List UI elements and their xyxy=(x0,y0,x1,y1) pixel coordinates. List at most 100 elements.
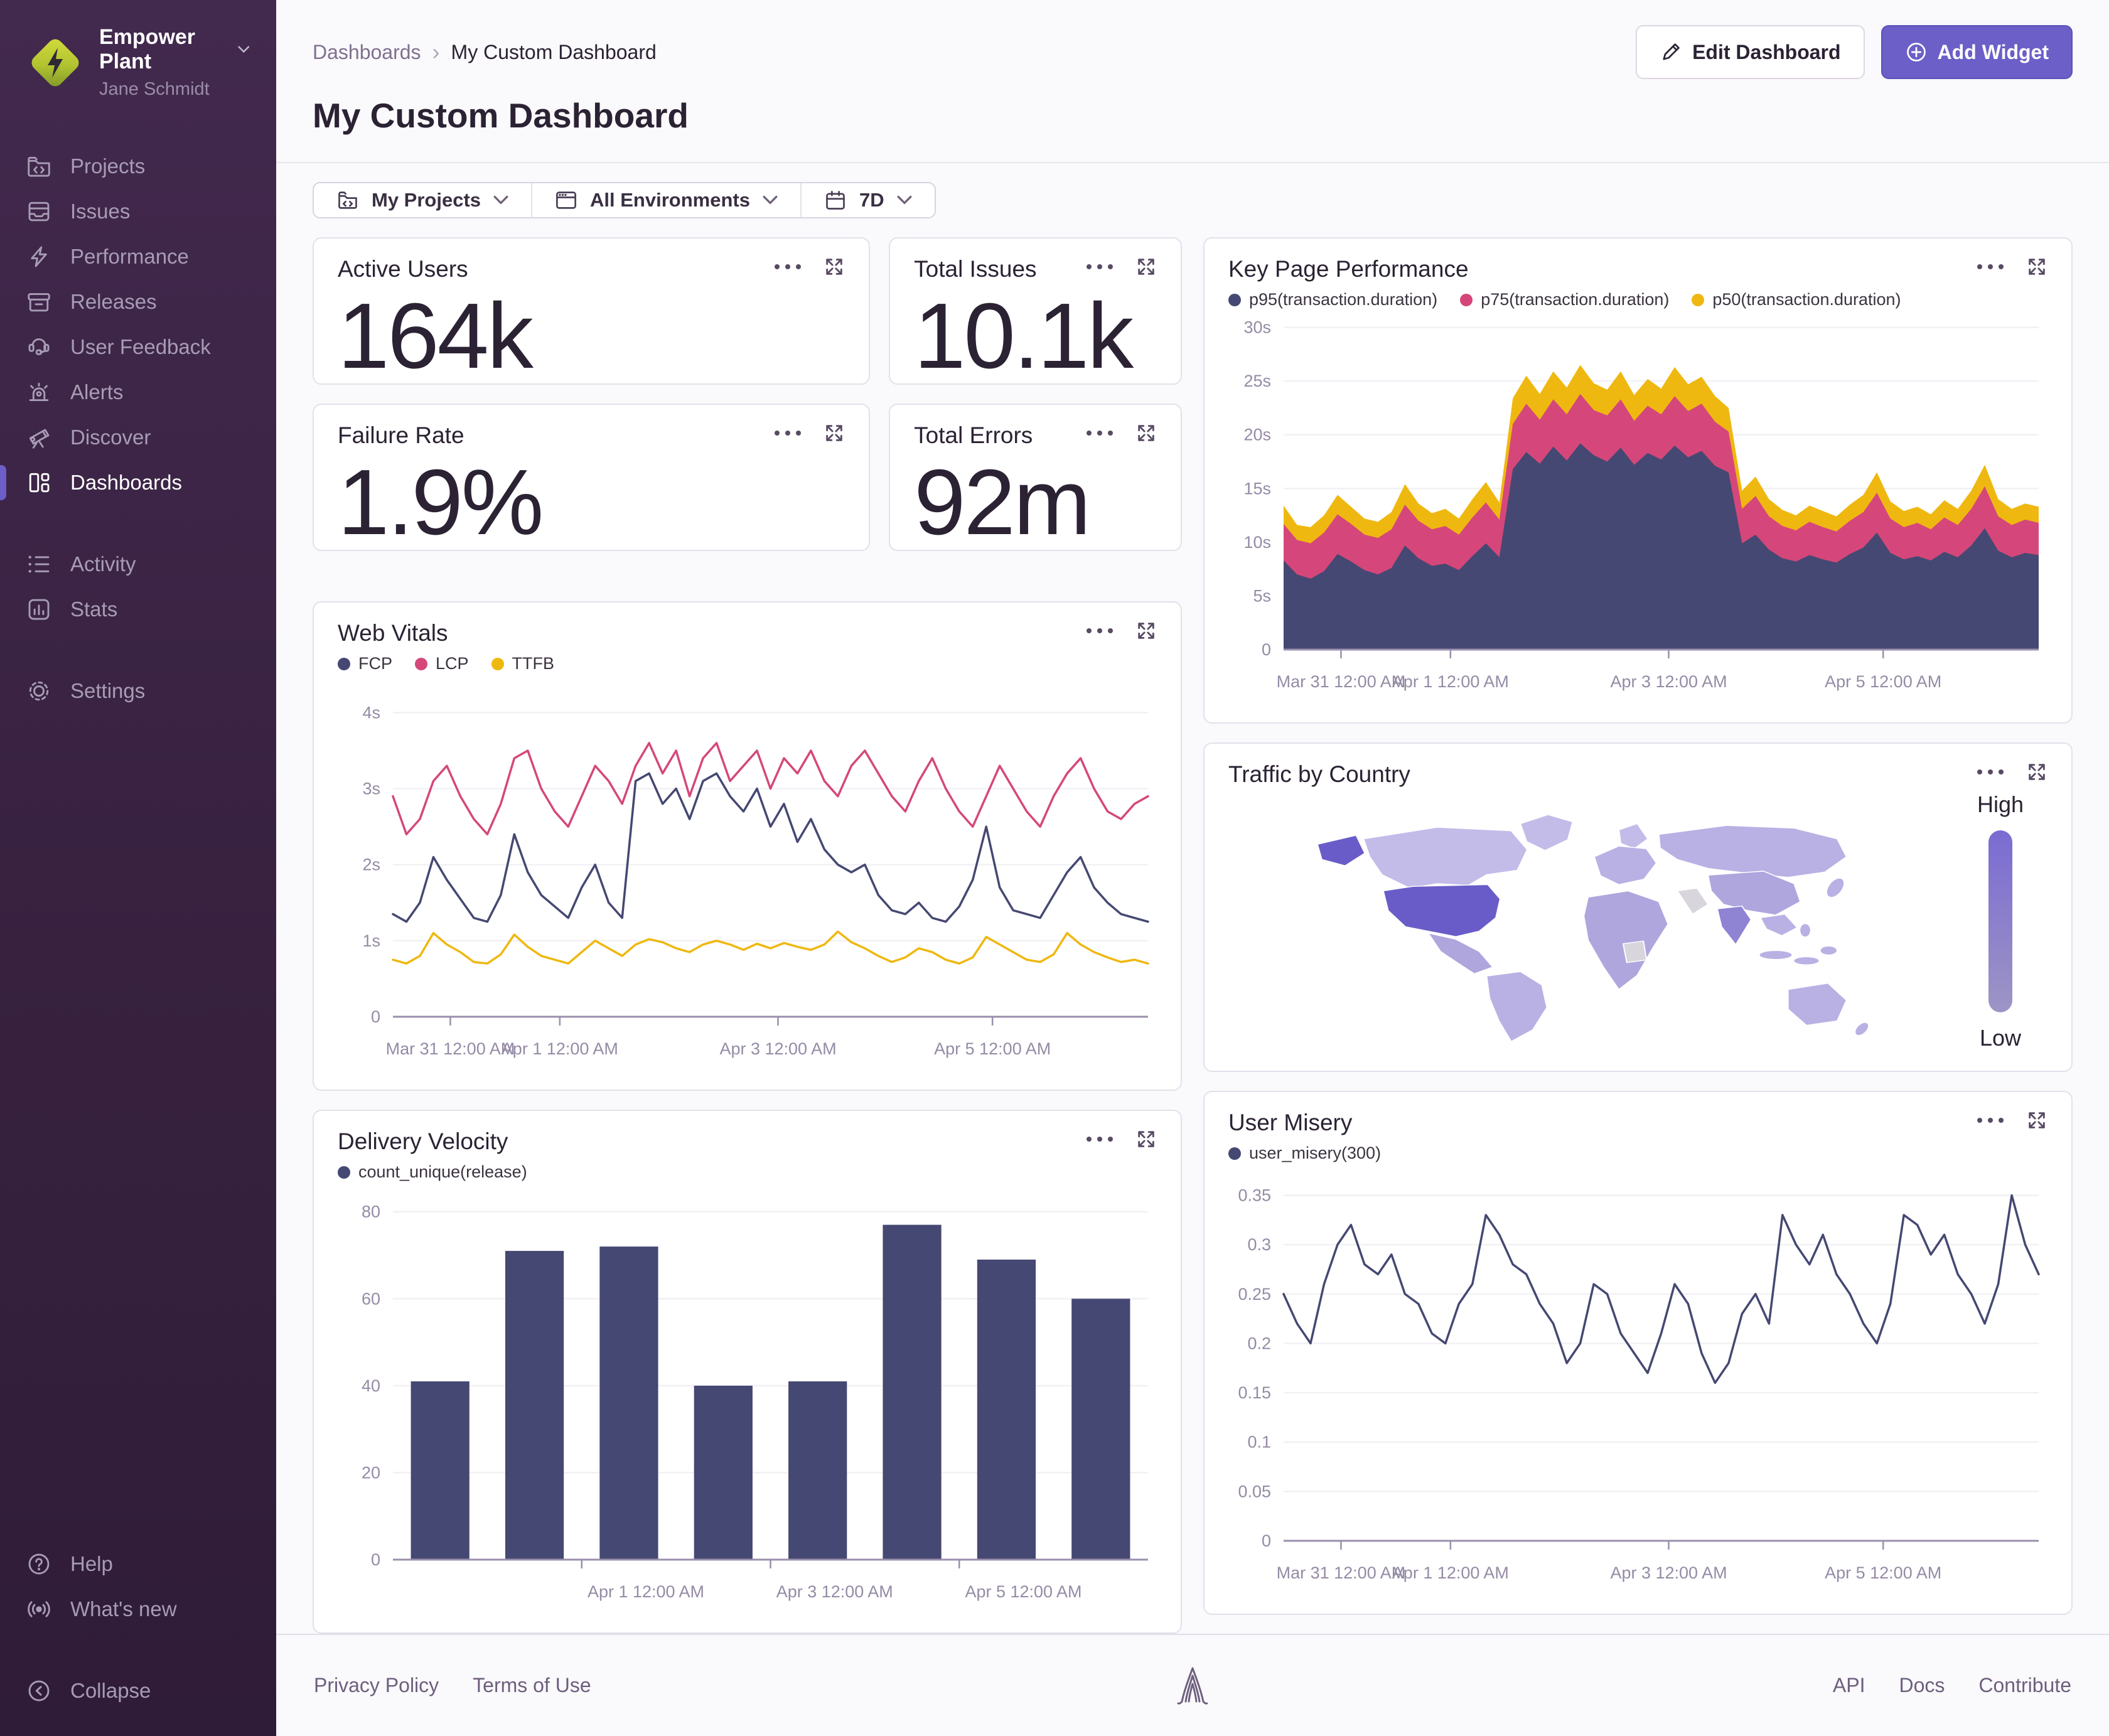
ellipsis-icon xyxy=(1087,1137,1113,1142)
issues-icon xyxy=(28,201,50,222)
legend-label: p50(transaction.duration) xyxy=(1712,290,1901,309)
widget-expand-button[interactable] xyxy=(2026,256,2047,277)
breadcrumb-current: My Custom Dashboard xyxy=(451,40,657,63)
legend-dot xyxy=(1228,293,1241,306)
sidebar-item-label: Collapse xyxy=(70,1679,151,1702)
docs-link[interactable]: Docs xyxy=(1899,1674,1945,1697)
svg-text:5s: 5s xyxy=(1253,586,1271,605)
widget-expand-button[interactable] xyxy=(824,422,845,444)
widget-menu-button[interactable] xyxy=(1976,1117,2005,1124)
sidebar-item-stats[interactable]: Stats xyxy=(0,587,276,632)
contribute-link[interactable]: Contribute xyxy=(1978,1674,2071,1697)
svg-text:0.25: 0.25 xyxy=(1238,1285,1271,1304)
svg-text:1s: 1s xyxy=(362,931,380,950)
svg-text:Apr 5 12:00 AM: Apr 5 12:00 AM xyxy=(1825,672,1941,691)
widget-menu-button[interactable] xyxy=(1085,429,1114,437)
widget-expand-button[interactable] xyxy=(1135,422,1157,444)
ellipsis-icon xyxy=(775,431,802,436)
sidebar-item-dashboards[interactable]: Dashboards xyxy=(0,460,276,505)
add-widget-label: Add Widget xyxy=(1937,40,2049,63)
widget-menu-button[interactable] xyxy=(1085,1135,1114,1143)
widget-total-issues: Total Issues 10.1k xyxy=(889,237,1182,385)
sidebar-item-projects[interactable]: Projects xyxy=(0,144,276,189)
widget-expand-button[interactable] xyxy=(2026,1110,2047,1131)
widget-expand-button[interactable] xyxy=(1135,1128,1157,1150)
world-map-svg xyxy=(1316,813,1868,1042)
widget-expand-button[interactable] xyxy=(824,256,845,277)
edit-dashboard-button[interactable]: Edit Dashboard xyxy=(1636,25,1865,79)
project-folder-icon xyxy=(338,191,357,209)
svg-text:2s: 2s xyxy=(362,855,380,874)
widget-title: User Misery xyxy=(1228,1110,1353,1135)
project-filter-value: My Projects xyxy=(372,189,481,211)
widget-expand-button[interactable] xyxy=(1135,256,1157,277)
sidebar-collapse-button[interactable]: Collapse xyxy=(0,1668,276,1713)
page-header: Dashboards › My Custom Dashboard Edit Da… xyxy=(276,0,2109,163)
right-column: Key Page Performance p95(transaction.dur… xyxy=(1203,237,2073,1634)
svg-text:Apr 1 12:00 AM: Apr 1 12:00 AM xyxy=(1392,1563,1509,1582)
chevron-down-icon xyxy=(493,195,508,205)
widget-expand-button[interactable] xyxy=(2026,761,2047,783)
sidebar-nav: Projects Issues Performance Releases Use… xyxy=(0,144,276,714)
widget-title: Delivery Velocity xyxy=(338,1128,508,1154)
legend-dot xyxy=(1692,293,1705,306)
legend-label: p95(transaction.duration) xyxy=(1249,290,1438,309)
sidebar-item-whats-new[interactable]: What's new xyxy=(0,1587,276,1632)
svg-text:Apr 1 12:00 AM: Apr 1 12:00 AM xyxy=(1392,672,1509,691)
sidebar-item-label: Performance xyxy=(70,245,189,268)
privacy-policy-link[interactable]: Privacy Policy xyxy=(314,1674,439,1697)
releases-icon xyxy=(28,293,50,312)
widget-menu-button[interactable] xyxy=(1085,263,1114,271)
user-misery-chart: 0.35 0.3 0.25 0.2 0.15 0.1 0.05 0 Mar 31 12:00 A… xyxy=(1228,1167,2047,1595)
legend-dot xyxy=(1228,1147,1241,1160)
svg-text:40: 40 xyxy=(362,1376,380,1395)
widget-expand-button[interactable] xyxy=(1135,620,1157,641)
sidebar-item-discover[interactable]: Discover xyxy=(0,415,276,460)
legend-label: user_misery(300) xyxy=(1249,1144,1382,1162)
sidebar-item-label: What's new xyxy=(70,1597,177,1621)
widget-menu-button[interactable] xyxy=(773,429,802,437)
widget-total-errors: Total Errors 92m xyxy=(889,404,1182,551)
plus-circle-icon xyxy=(1906,43,1926,62)
breadcrumb-dashboards-link[interactable]: Dashboards xyxy=(313,41,421,64)
add-widget-button[interactable]: Add Widget xyxy=(1881,25,2073,79)
widget-delivery-velocity: Delivery Velocity count_unique(release) … xyxy=(313,1110,1182,1634)
expand-icon xyxy=(2029,764,2045,780)
svg-text:Apr 1 12:00 AM: Apr 1 12:00 AM xyxy=(588,1582,704,1601)
sidebar-item-user-feedback[interactable]: User Feedback xyxy=(0,324,276,370)
widget-title: Traffic by Country xyxy=(1228,761,1410,787)
widget-menu-button[interactable] xyxy=(1976,263,2005,271)
widget-menu-button[interactable] xyxy=(773,263,802,271)
svg-text:15s: 15s xyxy=(1243,479,1271,498)
sidebar-item-settings[interactable]: Settings xyxy=(0,668,276,714)
svg-text:Mar 31 12:00 AM: Mar 31 12:00 AM xyxy=(1277,672,1406,691)
environment-filter[interactable]: All Environments xyxy=(532,183,802,217)
settings-icon xyxy=(29,681,49,701)
sidebar-item-releases[interactable]: Releases xyxy=(0,279,276,324)
org-switcher[interactable]: Empower Plant Jane Schmidt xyxy=(0,25,276,100)
sidebar-item-performance[interactable]: Performance xyxy=(0,234,276,279)
widget-failure-rate: Failure Rate 1.9% xyxy=(313,404,871,551)
sidebar-item-activity[interactable]: Activity xyxy=(0,542,276,587)
map-legend: High Low xyxy=(1953,790,2047,1052)
pencil-icon xyxy=(1663,43,1680,60)
alerts-icon xyxy=(29,382,49,401)
sidebar-item-label: Stats xyxy=(70,597,118,621)
expand-icon xyxy=(1138,259,1154,275)
discover-icon xyxy=(29,429,50,449)
svg-text:20: 20 xyxy=(362,1463,380,1482)
sidebar-item-alerts[interactable]: Alerts xyxy=(0,370,276,415)
widget-menu-button[interactable] xyxy=(1976,768,2005,776)
project-filter[interactable]: My Projects xyxy=(314,183,533,217)
sidebar-item-help[interactable]: Help xyxy=(0,1541,276,1587)
broadcast-icon xyxy=(28,1601,50,1617)
api-link[interactable]: API xyxy=(1833,1674,1865,1697)
widget-menu-button[interactable] xyxy=(1085,627,1114,635)
widget-title: Web Vitals xyxy=(338,620,448,646)
terms-of-use-link[interactable]: Terms of Use xyxy=(473,1674,591,1697)
chevron-down-icon xyxy=(238,46,250,53)
svg-text:Mar 31 12:00 AM: Mar 31 12:00 AM xyxy=(1277,1563,1406,1582)
time-range-filter[interactable]: 7D xyxy=(802,183,935,217)
sidebar-item-issues[interactable]: Issues xyxy=(0,189,276,234)
